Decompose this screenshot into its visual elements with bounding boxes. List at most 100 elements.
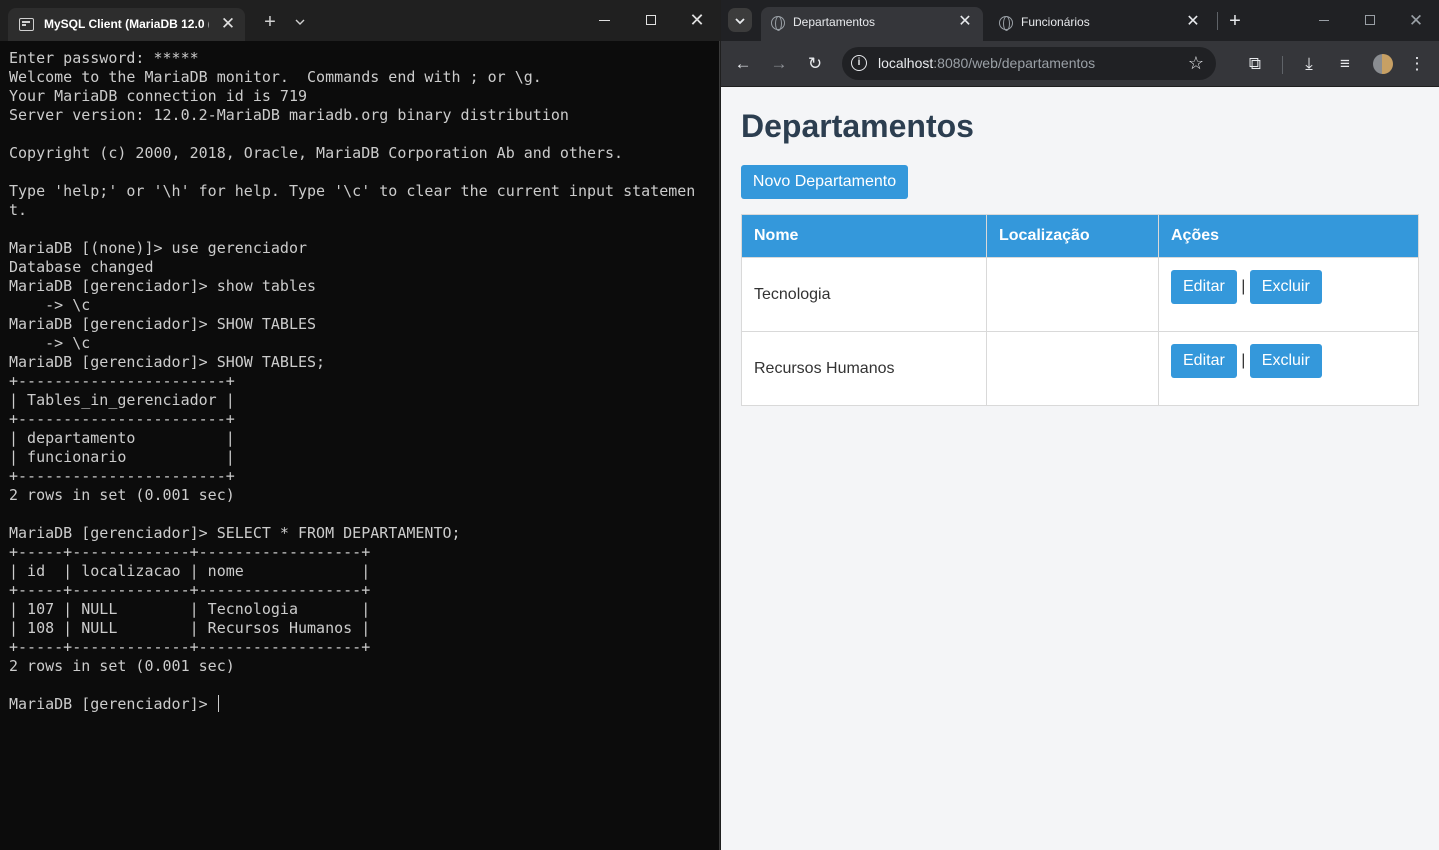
close-tab-icon[interactable]: ✕ xyxy=(217,13,239,35)
terminal-line: MariaDB [gerenciador]> SHOW TABLES; xyxy=(9,353,326,371)
minimize-icon xyxy=(1319,20,1329,21)
delete-button[interactable]: Excluir xyxy=(1249,344,1322,378)
column-header-localizacao: Localização xyxy=(986,214,1159,258)
cell-acoes: Editar | Excluir xyxy=(1158,257,1419,332)
address-bar[interactable]: i localhost:8080/web/departamentos ☆ xyxy=(842,47,1216,80)
profile-avatar[interactable] xyxy=(1373,54,1393,74)
minimize-button[interactable] xyxy=(1301,0,1347,41)
terminal-tab-bar: MySQL Client (MariaDB 12.0 (x64)) ✕ + ✕ xyxy=(0,0,720,41)
terminal-line: Server version: 12.0.2-MariaDB mariadb.o… xyxy=(9,106,569,124)
url-text[interactable]: localhost:8080/web/departamentos xyxy=(878,55,1095,71)
chevron-down-icon[interactable] xyxy=(289,10,311,34)
terminal-tab[interactable]: MySQL Client (MariaDB 12.0 (x64)) ✕ xyxy=(8,8,245,41)
close-window-button[interactable]: ✕ xyxy=(674,0,720,41)
table-row: Recursos Humanos Editar | Excluir xyxy=(741,331,1419,406)
forward-icon[interactable]: → xyxy=(765,50,793,78)
departments-table: Nome Localização Ações Tecnologia Editar… xyxy=(741,214,1419,406)
terminal-output[interactable]: Enter password: ***** Welcome to the Mari… xyxy=(9,49,715,839)
new-tab-button[interactable]: + xyxy=(1223,9,1247,33)
cell-localizacao xyxy=(986,331,1159,406)
browser-window: Departamentos ✕ Funcionários ✕ + ✕ ← → ↻… xyxy=(721,0,1439,850)
terminal-line: MariaDB [gerenciador]> show tables xyxy=(9,277,317,295)
terminal-line: t. xyxy=(9,201,28,219)
terminal-tab-title: MySQL Client (MariaDB 12.0 (x64)) xyxy=(44,17,209,31)
media-control-icon[interactable]: ≡ xyxy=(1331,50,1359,78)
browser-toolbar: ← → ↻ i localhost:8080/web/departamentos… xyxy=(721,41,1439,87)
page-title: Departamentos xyxy=(741,108,974,144)
table-header-row: Nome Localização Ações xyxy=(741,214,1419,258)
terminal-line: Welcome to the MariaDB monitor. Commands… xyxy=(9,68,542,86)
terminal-line: Database changed xyxy=(9,258,154,276)
globe-icon xyxy=(771,16,785,31)
tab-funcionarios[interactable]: Funcionários ✕ xyxy=(989,7,1211,41)
toolbar-divider xyxy=(1282,56,1283,74)
table-row: Tecnologia Editar | Excluir xyxy=(741,257,1419,332)
back-icon[interactable]: ← xyxy=(729,50,757,78)
terminal-icon xyxy=(19,18,34,31)
maximize-icon xyxy=(1365,15,1375,25)
terminal-line: Type 'help;' or '\h' for help. Type '\c'… xyxy=(9,182,696,200)
page-content: Departamentos Novo Departamento Nome Loc… xyxy=(721,88,1439,850)
terminal-line: Enter password: ***** xyxy=(9,49,199,67)
terminal-line: | 108 | NULL | Recursos Humanos | xyxy=(9,619,371,637)
tab-title: Departamentos xyxy=(793,15,876,29)
terminal-line: -> \c xyxy=(9,296,91,314)
cell-acoes: Editar | Excluir xyxy=(1158,331,1419,406)
terminal-line: | funcionario | xyxy=(9,448,235,466)
terminal-line: 2 rows in set (0.001 sec) xyxy=(9,657,235,675)
url-path: :8080/web/departamentos xyxy=(933,55,1096,71)
terminal-line: 2 rows in set (0.001 sec) xyxy=(9,486,235,504)
terminal-line: +-----+-------------+------------------+ xyxy=(9,543,371,561)
close-icon: ✕ xyxy=(689,10,705,30)
terminal-line: | id | localizacao | nome | xyxy=(9,562,371,580)
maximize-icon xyxy=(646,15,656,25)
terminal-line: +-----------------------+ xyxy=(9,372,235,390)
terminal-line: MariaDB [gerenciador]> SELECT * FROM DEP… xyxy=(9,524,461,542)
close-tab-icon[interactable]: ✕ xyxy=(955,12,975,32)
terminal-line: | departamento | xyxy=(9,429,235,447)
terminal-line: Your MariaDB connection id is 719 xyxy=(9,87,308,105)
edit-button[interactable]: Editar xyxy=(1171,344,1237,378)
cell-nome: Recursos Humanos xyxy=(741,331,987,406)
cell-localizacao xyxy=(986,257,1159,332)
close-window-button[interactable]: ✕ xyxy=(1393,0,1439,41)
terminal-line: Copyright (c) 2000, 2018, Oracle, MariaD… xyxy=(9,144,624,162)
terminal-line: -> \c xyxy=(9,334,91,352)
terminal-line: MariaDB [gerenciador]> xyxy=(9,695,219,713)
close-tab-icon[interactable]: ✕ xyxy=(1183,12,1203,32)
terminal-line: MariaDB [gerenciador]> SHOW TABLES xyxy=(9,315,317,333)
tab-departamentos[interactable]: Departamentos ✕ xyxy=(761,7,983,41)
close-icon: ✕ xyxy=(1408,11,1424,30)
reload-icon[interactable]: ↻ xyxy=(801,50,829,78)
action-separator: | xyxy=(1241,352,1246,369)
column-header-acoes: Ações xyxy=(1158,214,1419,258)
download-icon[interactable]: ⤓ xyxy=(1295,50,1323,78)
bookmark-star-icon[interactable]: ☆ xyxy=(1185,52,1207,74)
column-header-nome: Nome xyxy=(741,214,987,258)
maximize-button[interactable] xyxy=(628,0,674,41)
site-info-icon[interactable]: i xyxy=(851,55,867,71)
edit-button[interactable]: Editar xyxy=(1171,270,1237,304)
minimize-icon xyxy=(599,20,610,21)
tab-search-button[interactable] xyxy=(728,8,752,32)
url-host: localhost xyxy=(878,55,934,71)
minimize-button[interactable] xyxy=(582,0,628,41)
chevron-down-icon xyxy=(735,18,745,25)
globe-icon xyxy=(999,16,1013,31)
terminal-line: +-----------------------+ xyxy=(9,467,235,485)
terminal-line: | Tables_in_gerenciador | xyxy=(9,391,235,409)
terminal-line: +-----+-------------+------------------+ xyxy=(9,638,371,656)
terminal-line: +-----------------------+ xyxy=(9,410,235,428)
terminal-line: MariaDB [(none)]> use gerenciador xyxy=(9,239,308,257)
terminal-line: | 107 | NULL | Tecnologia | xyxy=(9,600,371,618)
new-department-button[interactable]: Novo Departamento xyxy=(741,165,908,199)
cell-nome: Tecnologia xyxy=(741,257,987,332)
extensions-icon[interactable]: ⧉ xyxy=(1241,50,1269,78)
menu-icon[interactable]: ⋮ xyxy=(1403,50,1431,78)
delete-button[interactable]: Excluir xyxy=(1249,270,1322,304)
maximize-button[interactable] xyxy=(1347,0,1393,41)
new-tab-button[interactable]: + xyxy=(258,10,282,34)
